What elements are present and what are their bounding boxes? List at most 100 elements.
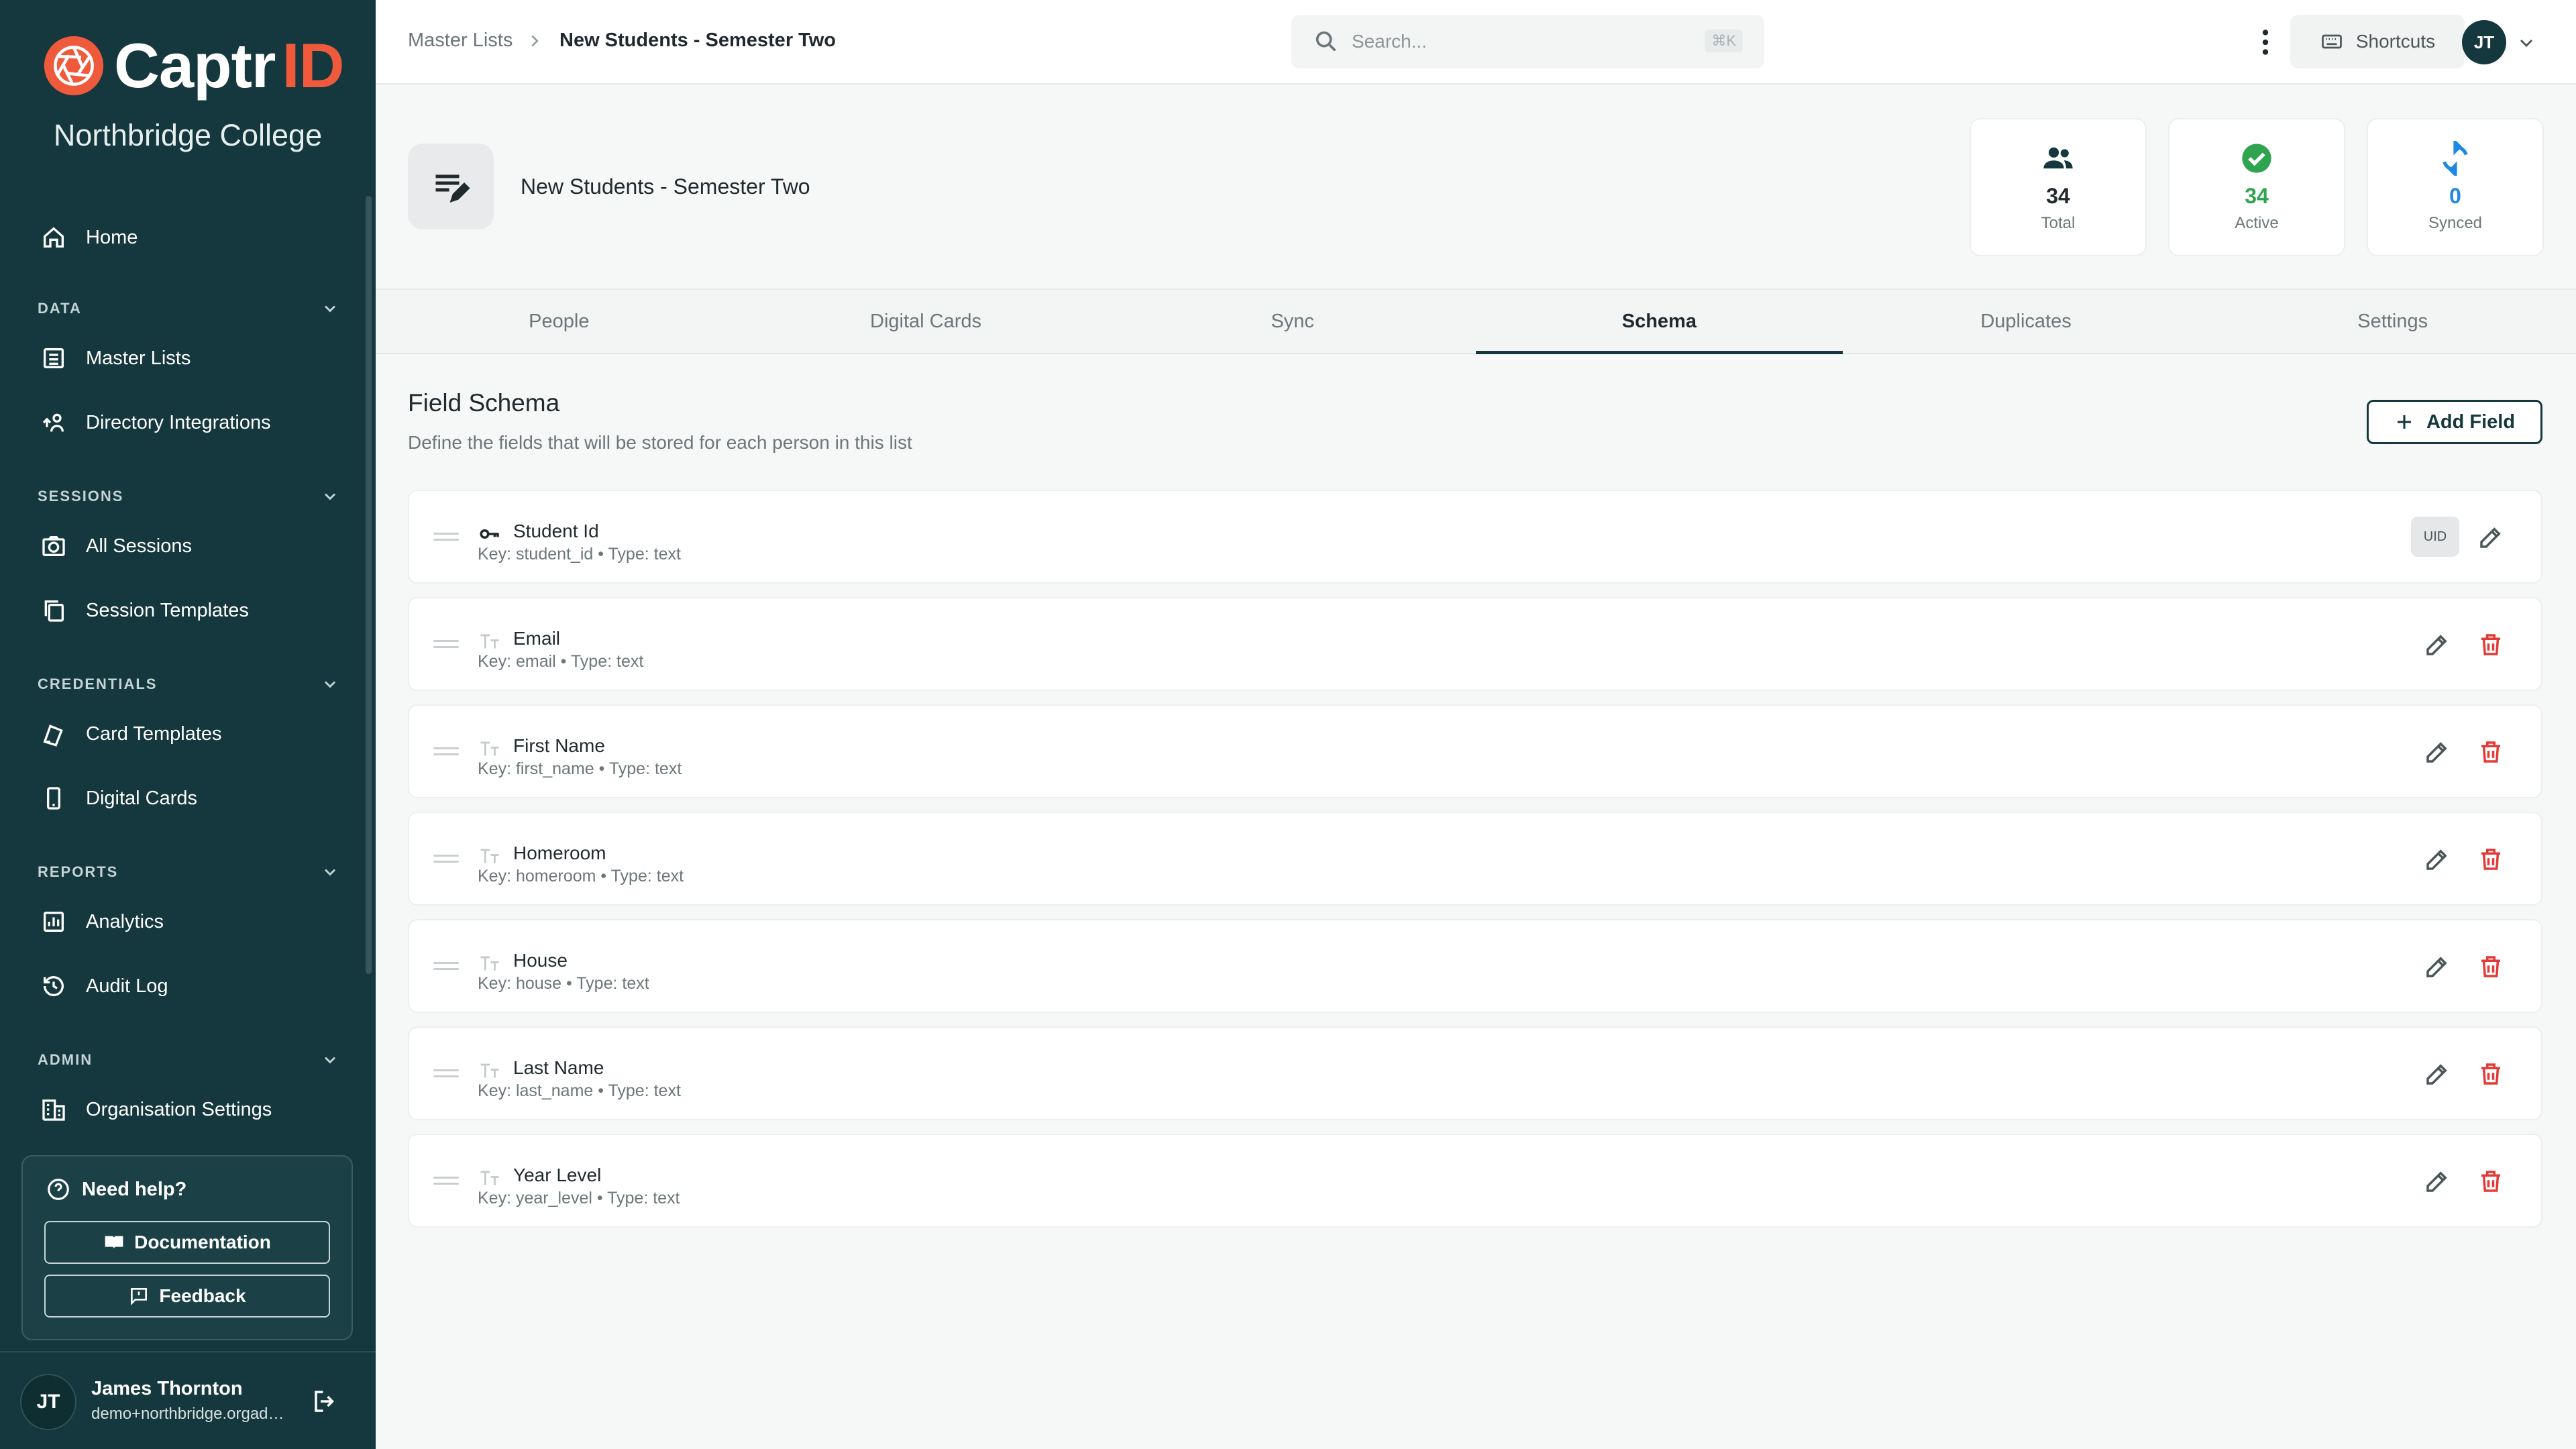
field-row[interactable]: Homeroom Key: homeroom • Type: text (408, 812, 2542, 906)
section-title: Field Schema (408, 389, 560, 417)
sidebar-item-label: Audit Log (86, 975, 168, 997)
more-vertical-icon[interactable] (2249, 25, 2282, 59)
text-type-icon (480, 741, 499, 756)
shortcuts-button[interactable]: Shortcuts (2290, 15, 2465, 68)
help-panel: Need help? Documentation Feedback (21, 1155, 353, 1340)
history-icon (44, 976, 64, 997)
drag-handle-icon[interactable] (433, 1174, 459, 1187)
chevron-right-icon (531, 35, 539, 47)
edit-icon[interactable] (2423, 1167, 2451, 1195)
tab-duplicates[interactable]: Duplicates (1843, 290, 2210, 353)
tab-schema[interactable]: Schema (1476, 290, 1843, 354)
edit-icon[interactable] (2477, 523, 2505, 551)
text-type-icon (480, 956, 499, 971)
delete-icon[interactable] (2477, 1060, 2505, 1088)
stat-value: 34 (2245, 184, 2269, 208)
chevron-down-icon (324, 493, 336, 500)
sidebar-item-card-templates[interactable]: Card Templates (40, 720, 222, 747)
field-row[interactable]: House Key: house • Type: text (408, 919, 2542, 1013)
field-meta: Key: house • Type: text (478, 974, 649, 993)
sidebar-item-label: Home (86, 226, 138, 248)
add-field-button[interactable]: Add Field (2367, 400, 2542, 444)
brand-logo[interactable]: Captr ID (43, 30, 344, 101)
delete-icon[interactable] (2477, 953, 2505, 981)
search-input[interactable] (1352, 25, 1687, 58)
search-bar[interactable]: ⌘K (1291, 15, 1764, 68)
sidebar-item-directory-integrations[interactable]: Directory Integrations (40, 409, 271, 436)
drag-handle-icon[interactable] (433, 959, 459, 973)
field-row[interactable]: Year Level Key: year_level • Type: text (408, 1134, 2542, 1228)
tab-digital-cards[interactable]: Digital Cards (743, 290, 1110, 353)
delete-icon[interactable] (2477, 631, 2505, 659)
user-avatar[interactable]: JT (20, 1374, 76, 1430)
chevron-down-icon[interactable] (2516, 32, 2537, 54)
field-row[interactable]: Last Name Key: last_name • Type: text (408, 1026, 2542, 1120)
sidebar-section-credentials[interactable]: CREDENTIALS (38, 675, 339, 694)
copy-icon (44, 600, 64, 622)
text-type-icon (480, 849, 499, 863)
sidebar-item-digital-cards[interactable]: Digital Cards (40, 785, 197, 812)
field-meta: Key: student_id • Type: text (478, 545, 681, 564)
field-row[interactable]: First Name Key: first_name • Type: text (408, 704, 2542, 798)
home-icon (44, 227, 64, 248)
edit-icon[interactable] (2423, 631, 2451, 659)
tab-people[interactable]: People (376, 290, 743, 353)
documentation-button[interactable]: Documentation (44, 1221, 330, 1264)
field-row[interactable]: Email Key: email • Type: text (408, 597, 2542, 691)
field-meta: Key: homeroom • Type: text (478, 867, 684, 885)
sidebar-item-master-lists[interactable]: Master Lists (40, 345, 191, 372)
delete-icon[interactable] (2477, 738, 2505, 766)
sidebar-item-analytics[interactable]: Analytics (40, 908, 164, 935)
edit-icon[interactable] (2423, 738, 2451, 766)
edit-icon[interactable] (2423, 1060, 2451, 1088)
stat-value: 0 (2449, 184, 2461, 208)
delete-icon[interactable] (2477, 1167, 2505, 1195)
drag-handle-icon[interactable] (433, 530, 459, 543)
profile-avatar[interactable]: JT (2462, 20, 2506, 64)
delete-icon[interactable] (2477, 845, 2505, 873)
breadcrumb-master-lists[interactable]: Master Lists (408, 30, 513, 52)
sidebar-section-sessions[interactable]: SESSIONS (38, 487, 339, 506)
sidebar-item-organisation-settings[interactable]: Organisation Settings (40, 1096, 272, 1123)
field-row[interactable]: Student Id Key: student_id • Type: text UI… (408, 490, 2542, 584)
field-meta: Key: email • Type: text (478, 652, 644, 671)
stat-label: Active (2235, 214, 2279, 232)
field-name: Email (513, 628, 561, 649)
sidebar-section-data[interactable]: DATA (38, 299, 339, 318)
drag-handle-icon[interactable] (433, 745, 459, 758)
feedback-button[interactable]: Feedback (44, 1275, 330, 1318)
organisation-name: Northbridge College (53, 118, 323, 152)
sidebar-item-audit-log[interactable]: Audit Log (40, 973, 168, 1000)
drag-handle-icon[interactable] (433, 637, 459, 651)
field-meta: Key: year_level • Type: text (478, 1189, 680, 1208)
building-icon (42, 1099, 65, 1121)
stat-value: 34 (2046, 184, 2070, 208)
sidebar-section-reports[interactable]: REPORTS (38, 863, 339, 881)
sidebar-item-session-templates[interactable]: Session Templates (40, 597, 249, 624)
drag-handle-icon[interactable] (433, 1067, 459, 1080)
chevron-down-icon (324, 869, 336, 876)
page-title: New Students - Semester Two (521, 174, 810, 199)
card-stack-icon (43, 724, 63, 747)
help-circle-icon (48, 1179, 69, 1200)
drag-handle-icon[interactable] (433, 852, 459, 865)
field-name: Student Id (513, 521, 599, 541)
sidebar-item-all-sessions[interactable]: All Sessions (40, 533, 192, 559)
tab-settings[interactable]: Settings (2209, 290, 2576, 353)
text-type-icon (480, 634, 499, 649)
sync-icon (2443, 141, 2468, 176)
stat-active: 34 Active (2168, 118, 2345, 256)
brand-name: Captr ID (114, 30, 344, 101)
user-email: demo+northbridge.orgadmin@captrid.com (91, 1405, 292, 1423)
list-edit-icon (435, 174, 470, 203)
search-icon (1316, 31, 1336, 52)
camera-icon (42, 536, 65, 556)
tab-sync[interactable]: Sync (1109, 290, 1476, 353)
sidebar-item-home[interactable]: Home (40, 224, 138, 251)
edit-icon[interactable] (2423, 953, 2451, 981)
logout-icon[interactable] (311, 1387, 339, 1415)
field-meta: Key: first_name • Type: text (478, 759, 682, 778)
edit-icon[interactable] (2423, 845, 2451, 873)
sidebar-scrollbar[interactable] (366, 196, 372, 974)
sidebar-section-admin[interactable]: ADMIN (38, 1051, 339, 1069)
